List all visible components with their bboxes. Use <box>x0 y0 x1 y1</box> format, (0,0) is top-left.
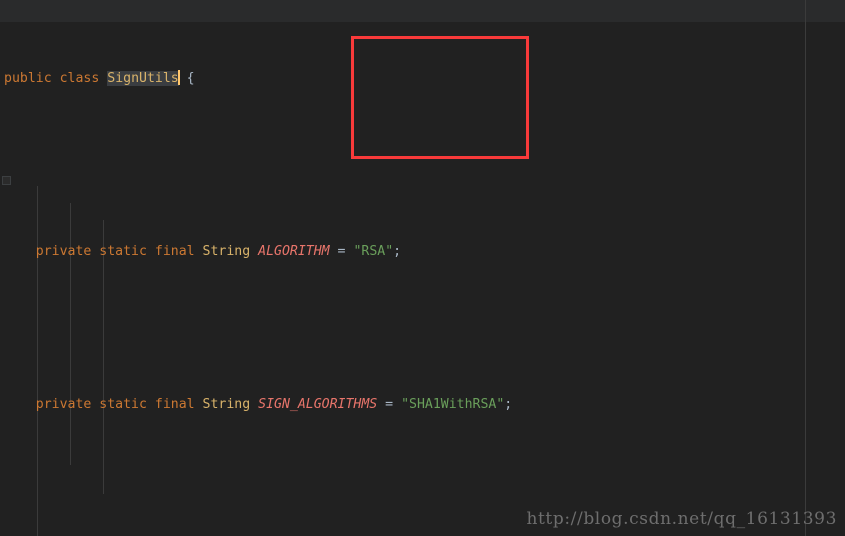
token-type: String <box>202 244 251 259</box>
watermark-text: http://blog.csdn.net/qq_16131393 <box>526 509 837 529</box>
token-keyword: public <box>4 71 52 86</box>
code-line[interactable]: private static final String ALGORITHM = … <box>0 243 845 260</box>
code-editor[interactable]: public class SignUtils { private static … <box>0 0 845 536</box>
code-line[interactable]: private static final String SIGN_ALGORIT… <box>0 396 845 413</box>
token-string: "RSA" <box>353 244 394 259</box>
token-operator: = <box>377 397 402 412</box>
token-keyword: class <box>59 71 100 86</box>
token-punct: ; <box>393 244 402 259</box>
token-punct: { <box>178 71 195 86</box>
token-keyword: private <box>35 244 92 259</box>
token-keyword: private <box>35 397 92 412</box>
token-keyword: static <box>99 244 147 259</box>
token-constant: ALGORITHM <box>258 244 330 259</box>
token-constant: SIGN_ALGORITHMS <box>258 397 378 412</box>
code-content[interactable]: public class SignUtils { private static … <box>0 0 845 536</box>
token-string: "SHA1WithRSA" <box>401 397 505 412</box>
token-keyword: final <box>154 397 195 412</box>
token-class-name: SignUtils <box>107 71 179 86</box>
token-keyword: final <box>154 244 195 259</box>
token-type: String <box>202 397 251 412</box>
token-operator: = <box>329 244 354 259</box>
token-keyword: static <box>99 397 147 412</box>
token-punct: ; <box>504 397 513 412</box>
code-line[interactable]: public class SignUtils { <box>0 68 845 90</box>
